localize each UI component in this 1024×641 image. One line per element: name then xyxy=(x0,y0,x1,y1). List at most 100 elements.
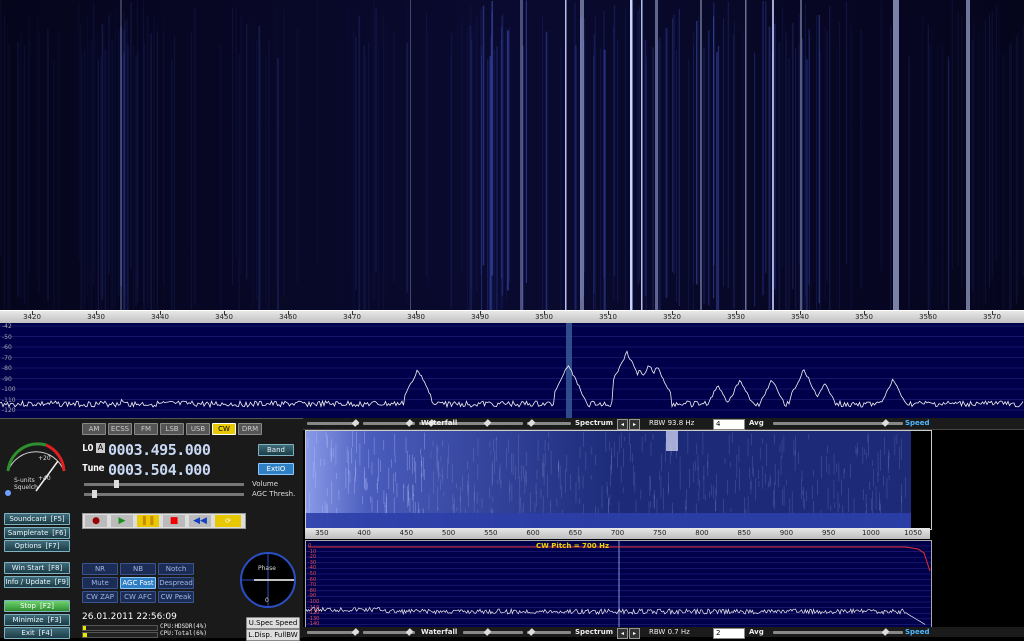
cpu-total-bar xyxy=(82,632,158,638)
dsp-button-nr[interactable]: NR xyxy=(82,563,118,575)
band-button[interactable]: Band xyxy=(258,444,294,456)
dsp-buttons: NR NB Notch Mute AGC Fast Despread CW ZAP CW AF… xyxy=(82,563,194,609)
mode-button-am[interactable]: AM xyxy=(82,423,106,435)
dsp-button-agc-fast[interactable]: AGC Fast xyxy=(120,577,156,589)
pause-icon[interactable]: ❚❚ xyxy=(137,515,159,527)
audio-scale-tick-label: 950 xyxy=(821,529,836,537)
uspec-speed-button[interactable]: U.Spec Speed xyxy=(246,617,300,629)
mode-button-usb[interactable]: USB xyxy=(186,423,210,435)
stop-icon[interactable]: ■ xyxy=(163,515,185,527)
cpu-hdsdr-bar xyxy=(82,625,158,631)
ldisp-fullbw-button[interactable]: L.Disp. FullBW xyxy=(246,629,300,641)
rf-db-label: -90 xyxy=(2,375,12,383)
speed-slider-bottom[interactable] xyxy=(773,628,903,636)
win-start-button[interactable]: Win Start [F8] xyxy=(4,562,70,574)
speed-label-top: Speed xyxy=(905,419,930,427)
speed-slider-top[interactable] xyxy=(773,419,903,427)
dsp-button-despread[interactable]: Despread xyxy=(158,577,194,589)
rf-db-label: -110 xyxy=(2,396,16,404)
agc-threshold-label: AGC Thresh. xyxy=(252,490,296,498)
mode-button-cw[interactable]: CW xyxy=(212,423,236,435)
side-button-label: Options xyxy=(14,542,42,550)
mode-button-fm[interactable]: FM xyxy=(134,423,158,435)
rf-spectrum[interactable]: -42 -50 -60 -70 -80 -90 -100 -110 -120 xyxy=(0,323,1024,418)
audio-top-slider-2[interactable] xyxy=(363,419,415,427)
mode-button-ecss[interactable]: ECSS xyxy=(108,423,132,435)
dsp-button-mute[interactable]: Mute xyxy=(82,577,118,589)
extio-button[interactable]: ExtIO xyxy=(258,463,294,475)
rf-db-label: -70 xyxy=(2,354,12,362)
audio-spectrum[interactable]: CW Pitch = 700 Hz 0 -10 -20 -30 -40 -50 -60 -70… xyxy=(305,540,932,628)
audio-bottom-slider-3[interactable] xyxy=(463,628,523,636)
record-icon[interactable]: ● xyxy=(85,515,107,527)
samplerate-button[interactable]: Samplerate [F6] xyxy=(4,527,70,539)
loop-icon[interactable]: ⟳ xyxy=(215,515,241,527)
tuning-display: LO A 0003.495.000 Tune 0003.504.000 xyxy=(82,441,247,479)
lo-marker[interactable]: A xyxy=(96,443,105,453)
side-button-key: [F4] xyxy=(38,629,53,637)
s-meter-plus40: +40 xyxy=(38,475,51,482)
rf-db-label: -60 xyxy=(2,344,12,351)
audio-top-slider-4[interactable] xyxy=(463,419,523,427)
main-waterfall[interactable] xyxy=(0,0,1024,310)
spectrum-label-top: Spectrum xyxy=(575,419,614,427)
dsp-button-nb[interactable]: NB xyxy=(120,563,156,575)
mode-button-lsb[interactable]: LSB xyxy=(160,423,184,435)
rbw-left-button-bottom[interactable]: ◂ xyxy=(617,628,628,639)
datetime: 26.01.2011 22:56:09 xyxy=(82,612,177,622)
side-button-key: [F6] xyxy=(52,529,67,537)
minimize-button[interactable]: Minimize [F3] xyxy=(4,614,70,626)
cpu-hdsdr: CPU:HDSDR(4%) xyxy=(160,623,207,630)
soundcard-button[interactable]: Soundcard [F5] xyxy=(4,513,70,525)
avg-label-top: Avg xyxy=(749,419,764,427)
audio-scale-tick-label: 400 xyxy=(357,529,371,537)
lo-frequency[interactable]: 0003.495.000 xyxy=(108,441,211,459)
rbw-right-button-top[interactable]: ▸ xyxy=(629,419,640,430)
rbw-value-bottom: RBW 0.7 Hz xyxy=(649,628,690,636)
side-button-key: [F5] xyxy=(50,515,65,523)
avg-dropdown-top[interactable]: 4 xyxy=(713,419,745,430)
audio-scale-tick-label: 700 xyxy=(610,529,625,537)
audio-bottom-toolbar: Waterfall Spectrum ◂ ▸ RBW 0.7 Hz 2 Avg … xyxy=(303,627,1024,639)
rbw-left-button-top[interactable]: ◂ xyxy=(617,419,628,430)
dsp-button-cw-peak[interactable]: CW Peak xyxy=(158,591,194,603)
options-button[interactable]: Options [F7] xyxy=(4,540,70,552)
audio-scale-tick-label: 650 xyxy=(568,529,582,537)
tune-frequency[interactable]: 0003.504.000 xyxy=(108,461,211,479)
s-meter-label: S-units xyxy=(14,477,35,484)
audio-top-slider-5[interactable] xyxy=(527,419,571,427)
rbw-value-top: RBW 93.8 Hz xyxy=(649,419,695,427)
audio-scale-tick-label: 850 xyxy=(737,529,751,537)
avg-label-bottom: Avg xyxy=(749,628,764,636)
rewind-icon[interactable]: ◀◀ xyxy=(189,515,211,527)
exit-button[interactable]: Exit [F4] xyxy=(4,627,70,639)
stop-button[interactable]: Stop [F2] xyxy=(4,600,70,612)
audio-frequency-scale[interactable]: 350 400 450 500 550 600 650 700 750 800 850 900 950 1… xyxy=(305,528,930,539)
dsp-button-cw-afc[interactable]: CW AFC xyxy=(120,591,156,603)
audio-top-slider-1[interactable] xyxy=(307,419,360,427)
play-icon[interactable]: ▶ xyxy=(111,515,133,527)
agc-threshold-slider[interactable] xyxy=(84,490,244,498)
waterfall-label-top: Waterfall xyxy=(421,419,458,427)
audio-waterfall[interactable] xyxy=(305,430,932,530)
squelch-label: Squelch xyxy=(14,484,38,491)
info-update-button[interactable]: Info / Update [F9] xyxy=(4,576,70,588)
audio-top-toolbar: Waterfall Spectrum ◂ ▸ RBW 93.8 Hz 4 Avg… xyxy=(303,418,1024,430)
volume-label: Volume xyxy=(252,480,279,488)
audio-scale-tick-label: 600 xyxy=(526,529,540,537)
mode-button-drm[interactable]: DRM xyxy=(238,423,262,435)
avg-dropdown-bottom[interactable]: 2 xyxy=(713,628,745,639)
rbw-right-button-bottom[interactable]: ▸ xyxy=(629,628,640,639)
audio-scale-tick-label: 1050 xyxy=(904,529,923,537)
audio-bottom-slider-2[interactable] xyxy=(363,628,415,636)
audio-scale-tick-label: 450 xyxy=(399,529,414,537)
phase-zero: 0 xyxy=(265,597,269,604)
dsp-button-notch[interactable]: Notch xyxy=(158,563,194,575)
audio-bottom-slider-4[interactable] xyxy=(527,628,571,636)
audio-bottom-slider-1[interactable] xyxy=(307,628,360,636)
tune-label: Tune xyxy=(82,463,105,474)
speed-label-bottom: Speed xyxy=(905,628,930,636)
volume-slider[interactable] xyxy=(84,480,244,488)
waterfall-label-bottom: Waterfall xyxy=(421,628,458,636)
dsp-button-cw-zap[interactable]: CW ZAP xyxy=(82,591,118,603)
